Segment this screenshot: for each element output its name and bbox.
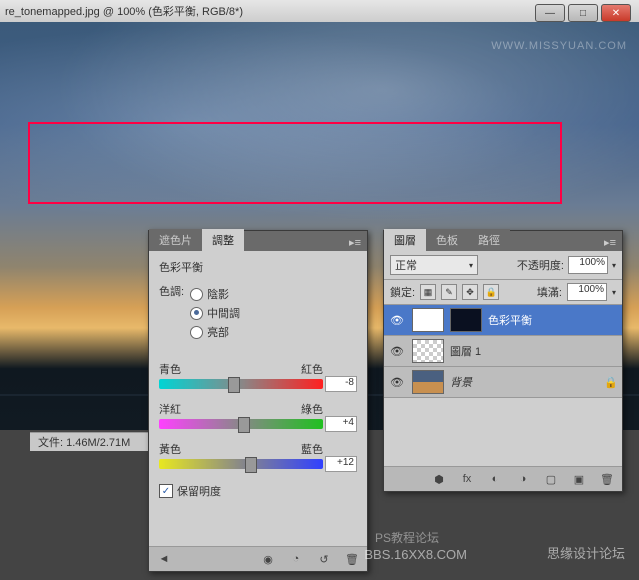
visibility-icon[interactable]: 👁 xyxy=(388,373,406,391)
radio-shadows[interactable] xyxy=(190,288,203,301)
trash-icon[interactable]: 🗑 xyxy=(343,550,361,568)
slider-magenta-green: 洋紅 綠色 +4 xyxy=(159,401,357,429)
mask-thumb[interactable] xyxy=(450,308,482,332)
radio-highlights[interactable] xyxy=(190,326,203,339)
watermark-bbs: BBS.16XX8.COM xyxy=(364,547,467,562)
tab-channels[interactable]: 色板 xyxy=(426,229,468,251)
clip-icon[interactable]: ◔ xyxy=(287,550,305,568)
panel-menu-icon[interactable]: ▸≡ xyxy=(343,234,367,251)
layer-row-layer1[interactable]: 👁 圖層 1 xyxy=(384,336,622,367)
layer-thumb[interactable] xyxy=(412,339,444,363)
fill-chevron-icon[interactable]: ▾ xyxy=(612,288,616,297)
layers-panel-tabs: 圖層 色板 路徑 ▸≡ xyxy=(384,231,622,251)
adjust-body: 色彩平衡 色調: 陰影 中間調 亮部 青色 紅色 -8 洋紅 綠色 +4 xyxy=(149,251,367,507)
tab-masks[interactable]: 遮色片 xyxy=(149,229,202,251)
fill-field[interactable]: 100% xyxy=(567,283,607,301)
selection-annotation xyxy=(28,122,562,204)
lock-all-icon[interactable]: 🔒 xyxy=(483,284,499,300)
slider-yellow-blue: 黃色 藍色 +12 xyxy=(159,441,357,469)
preserve-luminosity-row: ✓ 保留明度 xyxy=(159,483,357,499)
slider-thumb-cr[interactable] xyxy=(228,377,240,393)
lock-transparent-icon[interactable]: ▦ xyxy=(420,284,436,300)
layer-name-cb: 色彩平衡 xyxy=(488,312,532,328)
adjust-footer: ◄ ◉ ◔ ↺ 🗑 xyxy=(149,546,367,571)
tab-adjustments[interactable]: 調整 xyxy=(202,229,244,251)
opacity-field[interactable]: 100% xyxy=(568,256,608,274)
watermark-forum: 思缘设计论坛 xyxy=(547,543,625,562)
adjust-title: 色彩平衡 xyxy=(159,259,357,275)
layer-list: 👁 ◐ 色彩平衡 👁 圖層 1 👁 背景 🔒 xyxy=(384,305,622,398)
blend-mode-select[interactable]: 正常▾ xyxy=(390,255,478,275)
add-mask-icon[interactable]: ◐ xyxy=(486,470,504,488)
slider-value-cr[interactable]: -8 xyxy=(325,376,357,392)
label-yellow: 黃色 xyxy=(159,441,181,457)
reset-icon[interactable]: ↺ xyxy=(315,550,333,568)
slider-track-cr[interactable] xyxy=(159,379,323,389)
slider-thumb-yb[interactable] xyxy=(245,457,257,473)
lock-position-icon[interactable]: ✥ xyxy=(462,284,478,300)
tab-paths[interactable]: 路徑 xyxy=(468,229,510,251)
tab-layers[interactable]: 圖層 xyxy=(384,229,426,251)
lock-pixels-icon[interactable]: ✎ xyxy=(441,284,457,300)
label-red: 紅色 xyxy=(301,361,323,377)
view-icon[interactable]: ◉ xyxy=(259,550,277,568)
slider-track-yb[interactable] xyxy=(159,459,323,469)
lock-label: 鎖定: xyxy=(390,284,415,300)
label-green: 綠色 xyxy=(301,401,323,417)
radio-midtones-label: 中間調 xyxy=(207,305,240,321)
minimize-button[interactable]: — xyxy=(535,4,565,22)
preserve-label: 保留明度 xyxy=(177,483,221,499)
visibility-icon[interactable]: 👁 xyxy=(388,311,406,329)
close-button[interactable]: ✕ xyxy=(601,4,631,22)
slider-thumb-mg[interactable] xyxy=(238,417,250,433)
adjust-panel-tabs: 遮色片 調整 ▸≡ xyxy=(149,231,367,251)
slider-track-mg[interactable] xyxy=(159,419,323,429)
chevron-down-icon: ▾ xyxy=(469,261,473,270)
watermark-url: WWW.MISSYUAN.COM xyxy=(491,40,627,52)
preserve-checkbox[interactable]: ✓ xyxy=(159,484,173,498)
layer-row-color-balance[interactable]: 👁 ◐ 色彩平衡 xyxy=(384,305,622,336)
label-magenta: 洋紅 xyxy=(159,401,181,417)
radio-highlights-label: 亮部 xyxy=(207,324,229,340)
radio-midtones[interactable] xyxy=(190,307,203,320)
slider-value-mg[interactable]: +4 xyxy=(325,416,357,432)
opacity-label: 不透明度: xyxy=(517,257,564,273)
lock-row: 鎖定: ▦ ✎ ✥ 🔒 填滿: 100% ▾ xyxy=(384,280,622,305)
slider-cyan-red: 青色 紅色 -8 xyxy=(159,361,357,389)
back-icon[interactable]: ◄ xyxy=(155,550,173,568)
opacity-chevron-icon[interactable]: ▾ xyxy=(612,261,616,270)
link-layers-icon[interactable]: ⬢ xyxy=(430,470,448,488)
new-group-icon[interactable]: ▢ xyxy=(542,470,560,488)
radio-shadows-label: 陰影 xyxy=(207,286,229,302)
delete-layer-icon[interactable]: 🗑 xyxy=(598,470,616,488)
layer-thumb-bg[interactable] xyxy=(412,370,444,394)
layer-name-l1: 圖層 1 xyxy=(450,343,481,359)
layers-options-row: 正常▾ 不透明度: 100% ▾ xyxy=(384,251,622,280)
file-size-status: 文件: 1.46M/2.71M xyxy=(38,434,130,450)
adjustments-panel: 遮色片 調整 ▸≡ 色彩平衡 色調: 陰影 中間調 亮部 青色 紅色 -8 洋紅 綠… xyxy=(148,230,368,572)
adjustment-thumb-icon[interactable]: ◐ xyxy=(412,308,444,332)
visibility-icon[interactable]: 👁 xyxy=(388,342,406,360)
layers-footer: ⬢ fx ◐ ◑ ▢ ▣ 🗑 xyxy=(384,466,622,491)
label-cyan: 青色 xyxy=(159,361,181,377)
watermark-forum2: PS教程论坛 xyxy=(375,529,439,546)
window-controls: — □ ✕ xyxy=(535,4,631,22)
layers-panel-menu-icon[interactable]: ▸≡ xyxy=(598,234,622,251)
fx-icon[interactable]: fx xyxy=(458,470,476,488)
maximize-button[interactable]: □ xyxy=(568,4,598,22)
fill-label: 填滿: xyxy=(537,284,562,300)
lock-icon: 🔒 xyxy=(604,376,618,389)
layers-panel: 圖層 色板 路徑 ▸≡ 正常▾ 不透明度: 100% ▾ 鎖定: ▦ ✎ ✥ 🔒… xyxy=(383,230,623,492)
slider-value-yb[interactable]: +12 xyxy=(325,456,357,472)
layer-row-background[interactable]: 👁 背景 🔒 xyxy=(384,367,622,398)
tone-label: 色調: xyxy=(159,283,184,343)
layer-name-bg: 背景 xyxy=(450,374,472,390)
add-adjustment-icon[interactable]: ◑ xyxy=(514,470,532,488)
label-blue: 藍色 xyxy=(301,441,323,457)
new-layer-icon[interactable]: ▣ xyxy=(570,470,588,488)
slider-block: 青色 紅色 -8 洋紅 綠色 +4 黃色 藍色 +12 xyxy=(159,361,357,469)
